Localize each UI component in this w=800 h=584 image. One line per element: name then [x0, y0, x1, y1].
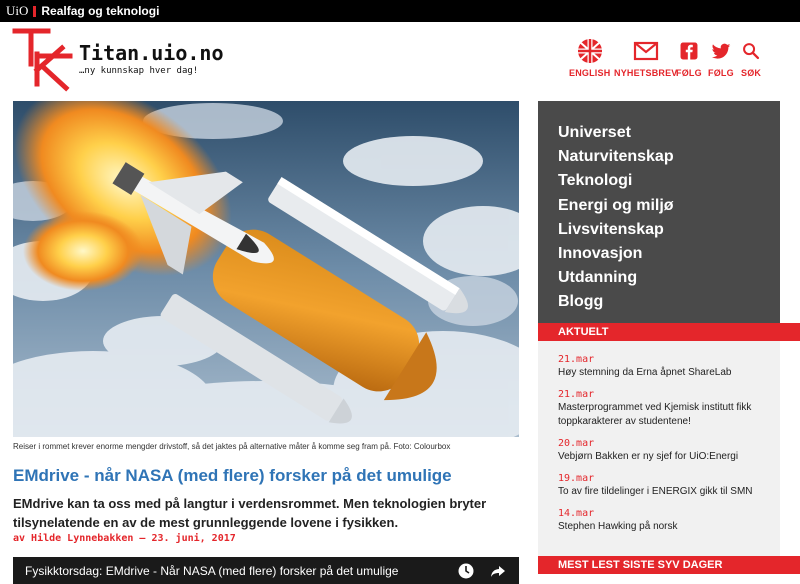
- category-livsvitenskap[interactable]: Livsvitenskap: [558, 218, 780, 242]
- news-date: 21.mar: [558, 354, 595, 365]
- news-title[interactable]: Stephen Hawking på norsk: [558, 520, 772, 534]
- article-byline[interactable]: av Hilde Lynnebakken – 23. juni, 2017: [13, 533, 236, 544]
- uk-flag-icon: [577, 39, 602, 63]
- category-utdanning[interactable]: Utdanning: [558, 266, 780, 290]
- news-item[interactable]: 20.mar Vebjørn Bakken er ny sjef for UiO…: [558, 437, 780, 464]
- org-link[interactable]: Realfag og teknologi: [41, 4, 159, 18]
- news-item[interactable]: 14.mar Stephen Hawking på norsk: [558, 507, 780, 534]
- envelope-icon: [633, 41, 658, 61]
- category-teknologi[interactable]: Teknologi: [558, 169, 780, 193]
- mest-lest-heading: MEST LEST SISTE SYV DAGER: [538, 556, 800, 574]
- uio-logo-text[interactable]: UiO: [6, 3, 28, 19]
- image-caption: Reiser i rommet krever enorme mengder dr…: [13, 442, 451, 451]
- news-title[interactable]: Vebjørn Bakken er ny sjef for UiO:Energi: [558, 450, 772, 464]
- news-item[interactable]: 21.mar Masterprogrammet ved Kjemisk inst…: [558, 388, 780, 429]
- search-icon: [743, 43, 760, 60]
- uio-topbar: UiO Realfag og teknologi: [0, 0, 800, 22]
- twitter-link[interactable]: FØLG: [708, 38, 734, 78]
- newsletter-link[interactable]: NYHETSBREV: [614, 38, 678, 78]
- twitter-icon: [711, 43, 731, 59]
- site-title[interactable]: Titan.uio.no: [79, 41, 224, 65]
- newsletter-label: NYHETSBREV: [614, 68, 678, 78]
- site-tagline: …ny kunnskap hver dag!: [79, 66, 199, 76]
- news-date: 20.mar: [558, 438, 595, 449]
- english-link[interactable]: ENGLISH: [569, 38, 610, 78]
- twitter-label: FØLG: [708, 68, 734, 78]
- share-icon[interactable]: [489, 562, 507, 580]
- space-shuttle-illustration: [13, 101, 519, 437]
- news-date: 21.mar: [558, 389, 595, 400]
- category-menu: Universet Naturvitenskap Teknologi Energ…: [538, 101, 780, 323]
- news-date: 19.mar: [558, 473, 595, 484]
- titan-logo-icon[interactable]: [12, 26, 78, 92]
- search-link[interactable]: SØK: [741, 38, 761, 78]
- article-lead: EMdrive kan ta oss med på langtur i verd…: [13, 496, 487, 530]
- facebook-label: FØLG: [676, 68, 702, 78]
- category-energi-og-miljo[interactable]: Energi og miljø: [558, 194, 780, 218]
- facebook-link[interactable]: FØLG: [676, 38, 702, 78]
- category-blogg[interactable]: Blogg: [558, 290, 780, 314]
- uio-separator: [33, 5, 37, 17]
- aktuelt-list: 21.mar Høy stemning da Erna åpnet ShareL…: [538, 341, 780, 556]
- english-label: ENGLISH: [569, 68, 611, 78]
- facebook-icon: [680, 42, 698, 60]
- category-innovasjon[interactable]: Innovasjon: [558, 242, 780, 266]
- category-naturvitenskap[interactable]: Naturvitenskap: [558, 145, 780, 169]
- news-title[interactable]: To av fire tildelinger i ENERGIX gikk ti…: [558, 485, 772, 499]
- video-title[interactable]: Fysikktorsdag: EMdrive - Når NASA (med f…: [25, 564, 398, 578]
- clock-icon[interactable]: [457, 562, 475, 580]
- news-title[interactable]: Masterprogrammet ved Kjemisk institutt f…: [558, 401, 772, 429]
- article-hero-image[interactable]: [13, 101, 519, 437]
- article-headline[interactable]: EMdrive - når NASA (med flere) forsker p…: [13, 466, 452, 486]
- news-item[interactable]: 19.mar To av fire tildelinger i ENERGIX …: [558, 472, 780, 499]
- video-embed[interactable]: Fysikktorsdag: EMdrive - Når NASA (med f…: [13, 557, 519, 584]
- aktuelt-heading: AKTUELT: [538, 323, 800, 341]
- news-title[interactable]: Høy stemning da Erna åpnet ShareLab: [558, 366, 772, 380]
- search-label: SØK: [741, 68, 762, 78]
- category-universet[interactable]: Universet: [558, 121, 780, 145]
- news-item[interactable]: 21.mar Høy stemning da Erna åpnet ShareL…: [558, 353, 780, 380]
- news-date: 14.mar: [558, 508, 595, 519]
